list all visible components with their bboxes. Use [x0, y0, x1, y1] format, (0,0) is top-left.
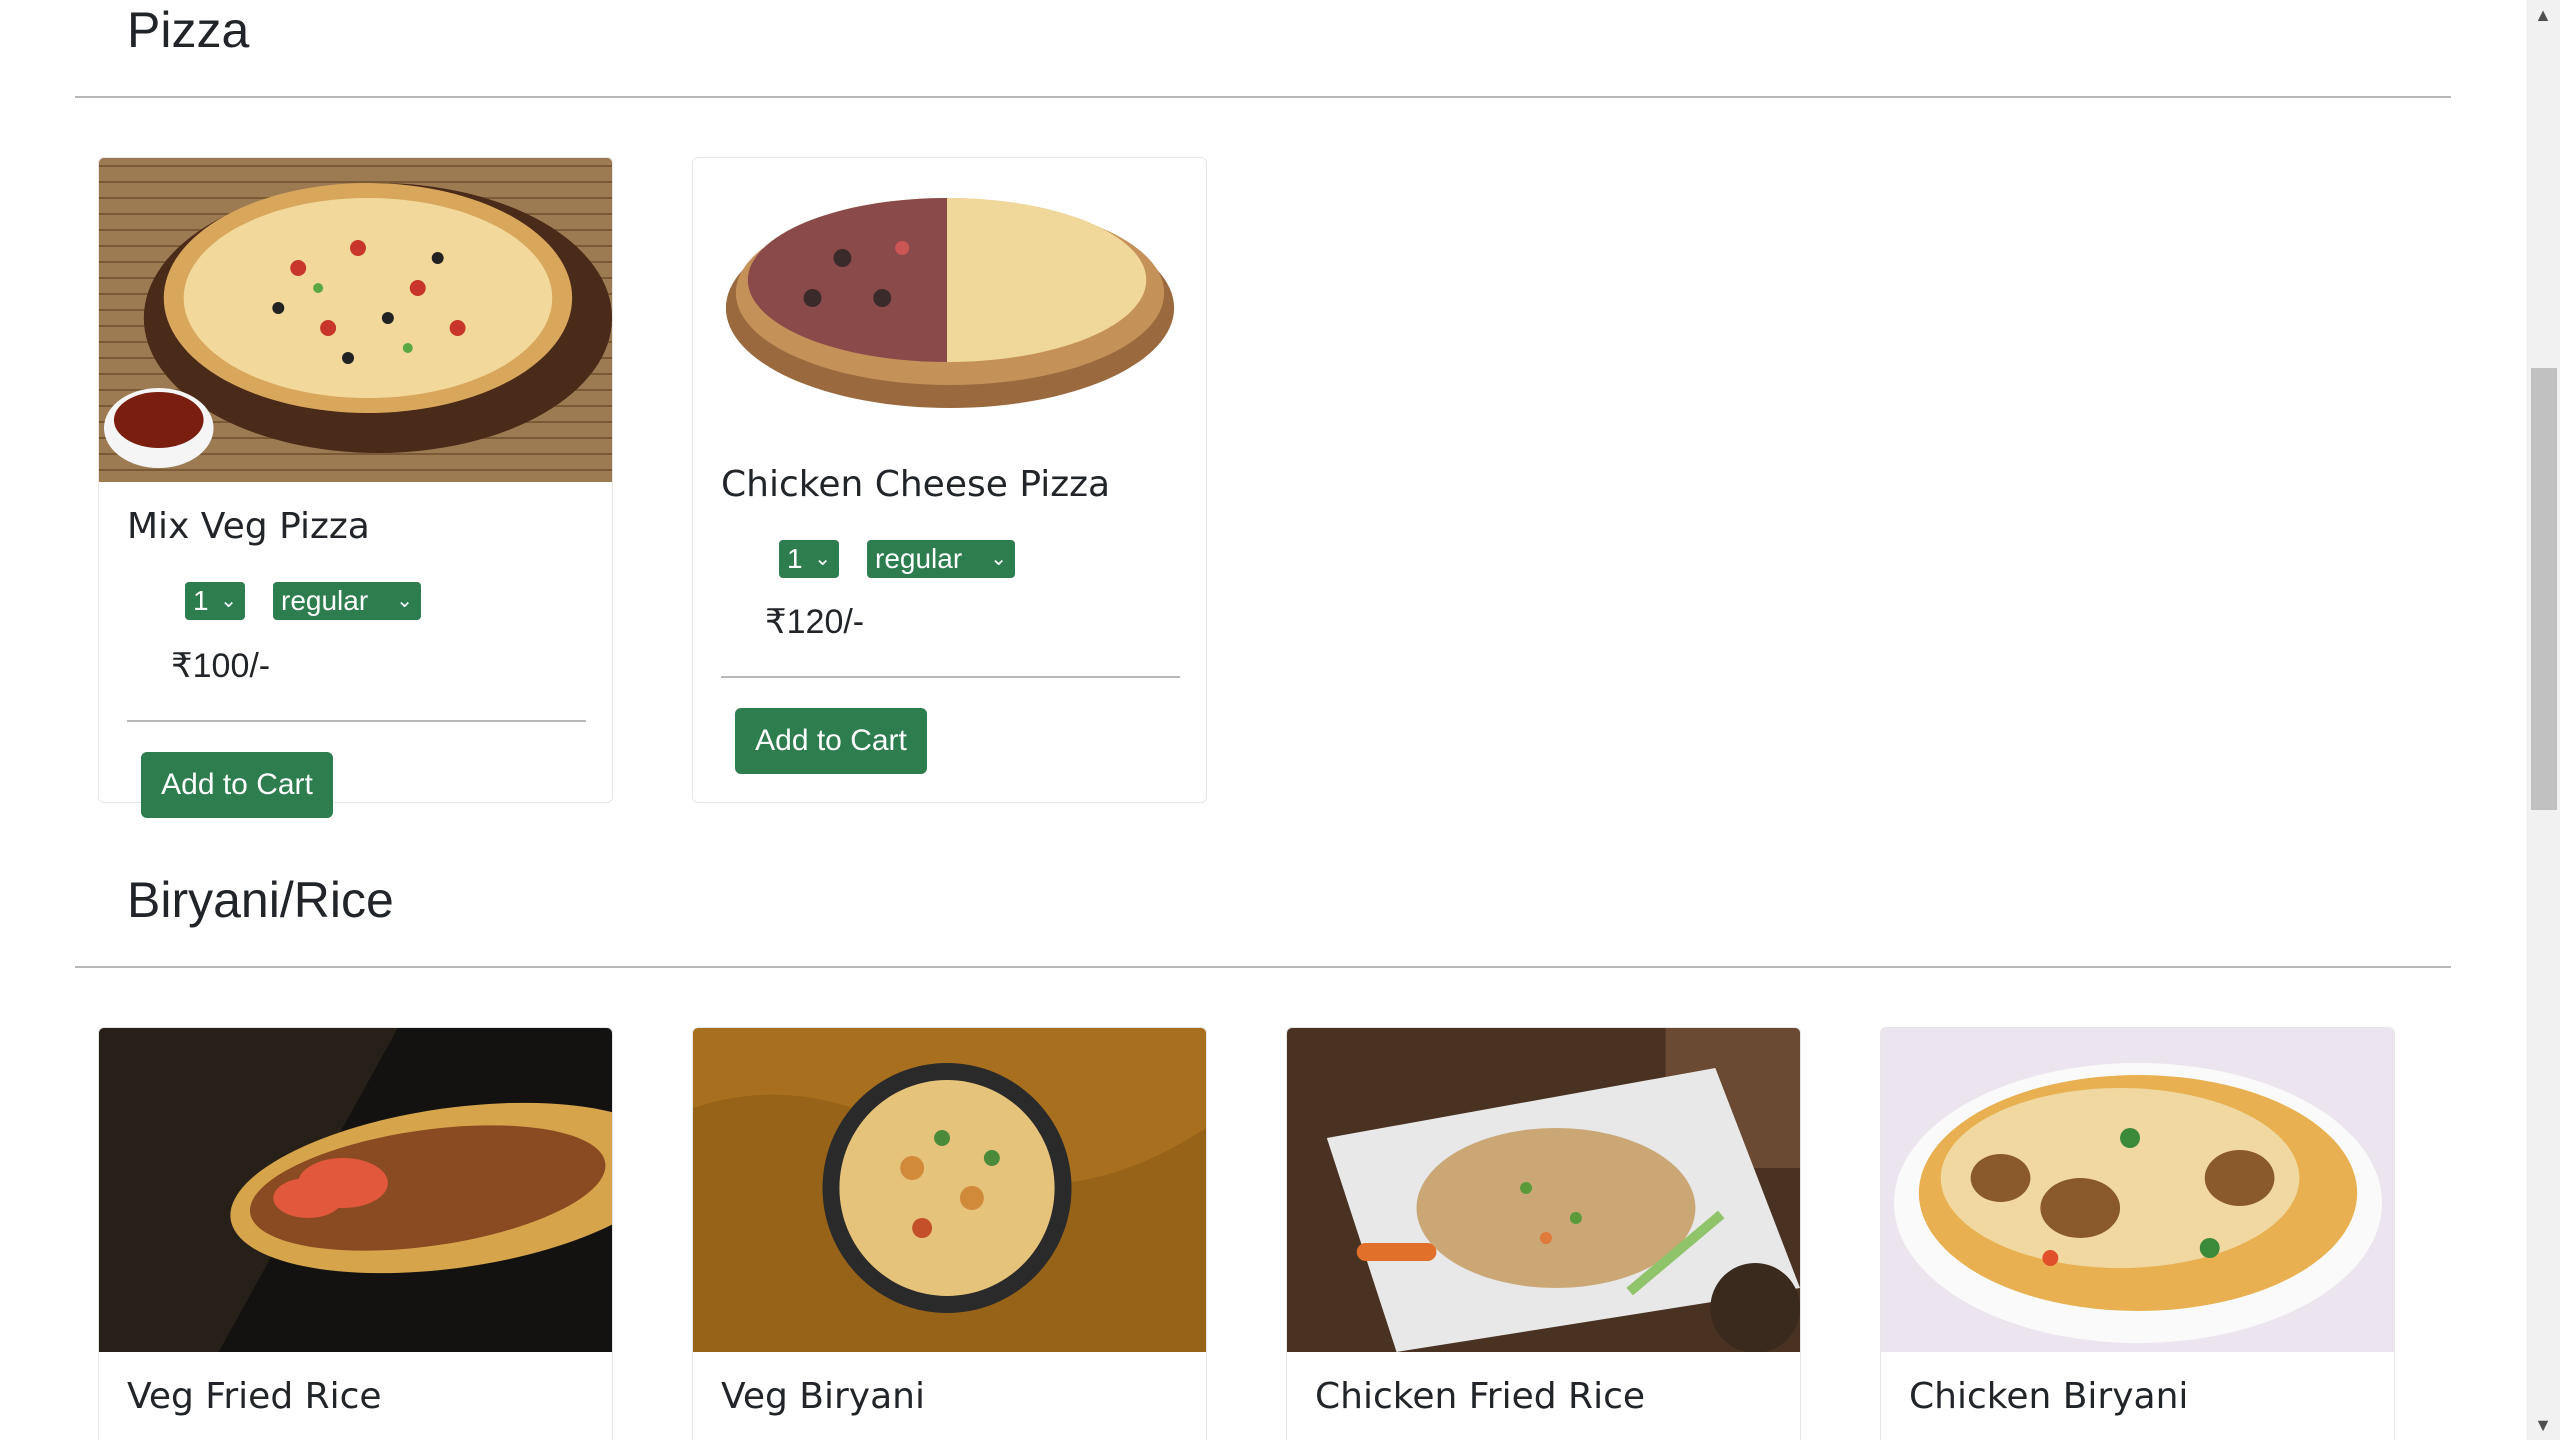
product-price: ₹100/-: [171, 647, 271, 685]
page-scrollbar[interactable]: ▲ ▼: [2526, 0, 2560, 1440]
size-value: regular: [281, 585, 369, 616]
add-to-cart-button[interactable]: Add to Cart: [735, 708, 927, 774]
chevron-down-icon: ⌄: [814, 548, 831, 570]
quantity-select[interactable]: 1 ⌄: [779, 540, 839, 578]
section-divider: [75, 966, 2451, 968]
product-name: Veg Fried Rice: [127, 1376, 382, 1417]
product-image-veg-biryani: [693, 1028, 1206, 1352]
section-title-biryani-rice: Biryani/Rice: [127, 872, 394, 928]
product-image-chicken-fried-rice: [1287, 1028, 1800, 1352]
card-divider: [721, 676, 1180, 678]
add-to-cart-button[interactable]: Add to Cart: [141, 752, 333, 818]
chevron-down-icon: ⌄: [220, 590, 237, 612]
product-name: Chicken Biryani: [1909, 1376, 2189, 1417]
card-divider: [127, 720, 586, 722]
product-name: Chicken Cheese Pizza: [721, 464, 1111, 505]
product-image-chicken-biryani: [1881, 1028, 2394, 1352]
size-select[interactable]: regular ⌄: [867, 540, 1015, 578]
section-divider: [75, 96, 2451, 98]
product-name: Veg Biryani: [721, 1376, 925, 1417]
quantity-select[interactable]: 1 ⌄: [185, 582, 245, 620]
scroll-up-arrow-icon[interactable]: ▲: [2526, 0, 2560, 30]
quantity-value: 1: [787, 543, 803, 574]
product-card-mix-veg-pizza: Mix Veg Pizza 1 ⌄ regular ⌄ ₹100/- Add t…: [98, 157, 613, 818]
quantity-value: 1: [193, 585, 209, 616]
product-name: Mix Veg Pizza: [127, 506, 370, 547]
product-card-chicken-biryani: Chicken Biryani: [1880, 1027, 2395, 1440]
product-card-chicken-fried-rice: Chicken Fried Rice: [1286, 1027, 1801, 1440]
product-name: Chicken Fried Rice: [1315, 1376, 1646, 1417]
chevron-down-icon: ⌄: [990, 548, 1007, 570]
product-price: ₹120/-: [765, 603, 865, 641]
product-card-veg-biryani: Veg Biryani: [692, 1027, 1207, 1440]
scrollbar-thumb[interactable]: [2531, 368, 2557, 810]
product-card-veg-fried-rice: Veg Fried Rice: [98, 1027, 613, 1440]
size-value: regular: [875, 543, 963, 574]
scroll-down-arrow-icon[interactable]: ▼: [2526, 1410, 2560, 1440]
product-image-veg-fried-rice: [99, 1028, 612, 1352]
section-title-pizza: Pizza: [127, 2, 250, 58]
product-image-mix-veg-pizza: [99, 158, 612, 482]
chevron-down-icon: ⌄: [396, 590, 413, 612]
menu-page: Pizza Mix Veg Pizza 1 ⌄ regular ⌄ ₹100/-…: [0, 0, 2560, 1440]
size-select[interactable]: regular ⌄: [273, 582, 421, 620]
product-card-chicken-cheese-pizza: Chicken Cheese Pizza 1 ⌄ regular ⌄ ₹120/…: [692, 157, 1207, 803]
product-image-chicken-cheese-pizza: [693, 158, 1206, 438]
